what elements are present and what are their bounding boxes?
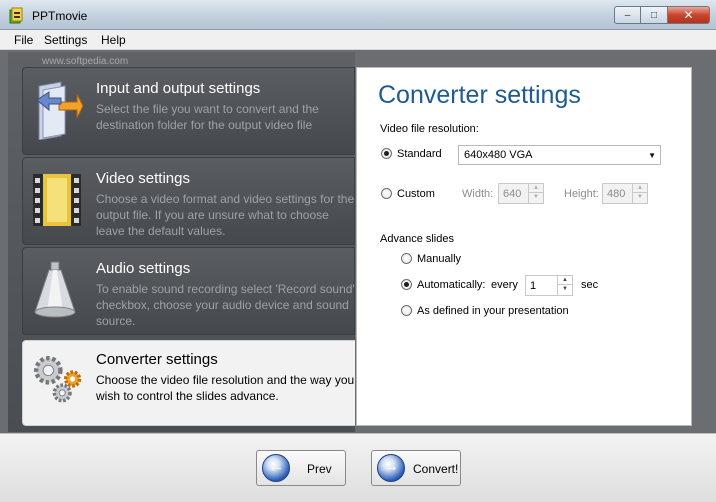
seconds-stepper[interactable]: 1 ▲ ▼ xyxy=(525,275,573,296)
spin-down-icon[interactable]: ▼ xyxy=(529,193,543,202)
resolution-select[interactable]: 640x480 VGA ▼ xyxy=(458,145,661,165)
minimize-button[interactable]: – xyxy=(614,6,641,24)
convert-button[interactable]: → Convert! xyxy=(371,450,461,486)
manually-radio[interactable] xyxy=(401,253,412,264)
custom-radio[interactable] xyxy=(381,188,392,199)
window-title: PPTmovie xyxy=(32,9,88,23)
step-description: Choose a video format and video settings… xyxy=(96,192,355,238)
watermark: www.softpedia.com xyxy=(42,56,129,67)
automatically-radio[interactable] xyxy=(401,279,412,290)
page-title: Converter settings xyxy=(378,81,581,109)
menu-file[interactable]: File xyxy=(14,33,33,47)
presentation-radio[interactable] xyxy=(401,305,412,316)
arrow-left-icon: ← xyxy=(262,454,290,482)
resolution-value: 640x480 VGA xyxy=(464,149,533,161)
every-label: every xyxy=(491,279,518,291)
automatically-label[interactable]: Automatically: xyxy=(417,279,485,291)
step-converter[interactable]: Converter settings Choose the video file… xyxy=(22,340,355,426)
standard-label[interactable]: Standard xyxy=(397,148,442,160)
megaphone-icon xyxy=(34,261,76,318)
step-title: Converter settings xyxy=(96,351,218,368)
step-video[interactable]: Video settings Choose a video format and… xyxy=(22,157,355,245)
spin-up-icon[interactable]: ▲ xyxy=(529,184,543,193)
sec-label: sec xyxy=(581,279,599,291)
spin-down-icon[interactable]: ▼ xyxy=(558,285,572,294)
step-description: Choose the video file resolution and the… xyxy=(96,373,355,403)
resolution-label: Video file resolution: xyxy=(380,123,479,135)
menu-settings[interactable]: Settings xyxy=(44,33,87,47)
width-value: 640 xyxy=(503,188,522,200)
step-title: Video settings xyxy=(96,170,190,187)
width-label: Width: xyxy=(462,188,494,200)
prev-label: Prev xyxy=(307,462,332,476)
menu-bar: File Settings Help xyxy=(0,30,716,50)
manually-label[interactable]: Manually xyxy=(417,253,461,265)
height-value: 480 xyxy=(607,188,626,200)
chevron-down-icon: ▼ xyxy=(648,151,656,160)
step-description: Select the file you want to convert and … xyxy=(96,102,319,132)
spin-down-icon[interactable]: ▼ xyxy=(633,193,647,202)
height-label: Height: xyxy=(564,188,599,200)
width-stepper[interactable]: 640 ▲ ▼ xyxy=(498,183,544,204)
maximize-button[interactable]: □ xyxy=(641,6,668,24)
converter-settings-panel: Converter settings Video file resolution… xyxy=(356,67,692,426)
step-audio[interactable]: Audio settings To enable sound recording… xyxy=(22,247,355,335)
spin-up-icon[interactable]: ▲ xyxy=(633,184,647,193)
seconds-value: 1 xyxy=(530,280,537,292)
standard-radio[interactable] xyxy=(381,148,392,159)
title-bar: PPTmovie – □ ✕ xyxy=(0,0,716,30)
step-description: To enable sound recording select 'Record… xyxy=(96,282,355,328)
menu-help[interactable]: Help xyxy=(101,33,126,47)
presentation-label[interactable]: As defined in your presentation xyxy=(417,305,569,317)
step-title: Audio settings xyxy=(96,260,191,277)
custom-label[interactable]: Custom xyxy=(397,188,435,200)
app-icon xyxy=(9,7,23,24)
bottom-bar: ← Prev → Convert! xyxy=(0,433,716,502)
folder-arrow-icon xyxy=(36,81,83,140)
step-title: Input and output settings xyxy=(96,80,261,97)
prev-button[interactable]: ← Prev xyxy=(256,450,346,486)
film-strip-icon xyxy=(33,174,81,226)
close-button[interactable]: ✕ xyxy=(668,6,710,24)
spin-up-icon[interactable]: ▲ xyxy=(558,276,572,285)
convert-label: Convert! xyxy=(413,462,459,476)
arrow-right-icon: → xyxy=(377,454,405,482)
height-stepper[interactable]: 480 ▲ ▼ xyxy=(602,183,648,204)
step-input-output[interactable]: Input and output settings Select the fil… xyxy=(22,67,355,155)
gears-icon xyxy=(34,356,82,403)
advance-slides-label: Advance slides xyxy=(380,233,454,245)
